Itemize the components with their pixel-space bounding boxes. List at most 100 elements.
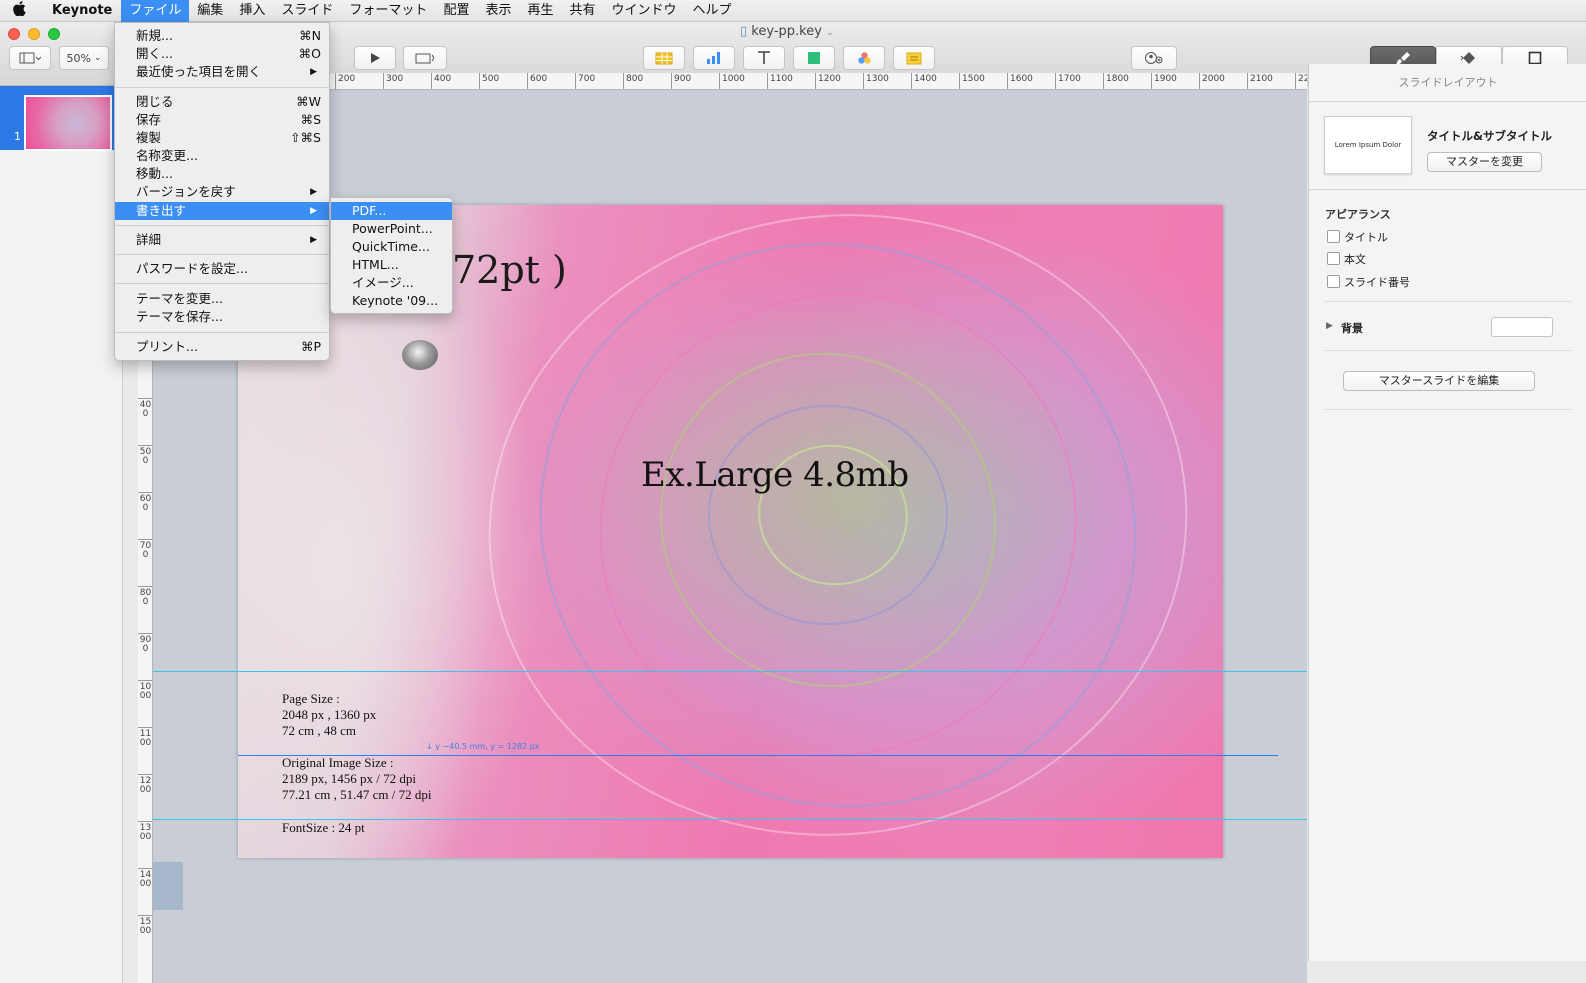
ruler-tick-label: 1400: [911, 73, 937, 89]
chevron-down-icon: ⌄: [93, 53, 102, 63]
menu-item-revert[interactable]: バージョンを戻す ▶: [115, 183, 329, 201]
play-button[interactable]: [354, 46, 396, 70]
caption-page-size[interactable]: Page Size :: [282, 691, 340, 707]
change-master-button[interactable]: マスターを変更: [1427, 152, 1542, 172]
menu-item-save[interactable]: 保存 ⌘S: [115, 111, 329, 129]
animate-icon: [1460, 52, 1475, 64]
zoom-window-icon[interactable]: [48, 28, 60, 40]
ruler-tick-label: 2000: [1199, 73, 1225, 89]
menu-item-set-password[interactable]: パスワードを設定...: [115, 260, 329, 278]
slide-number-checkbox[interactable]: [1327, 275, 1340, 288]
ruler-tick-label: 1200: [138, 774, 152, 795]
ruler-tick-label: 800: [623, 73, 643, 89]
zoom-select[interactable]: 50% ⌄: [59, 46, 109, 70]
menu-separator: [115, 87, 329, 88]
export-html[interactable]: HTML...: [331, 256, 452, 274]
caption-original-cm[interactable]: 77.21 cm , 51.47 cm / 72 dpi: [282, 787, 432, 803]
menu-item-new[interactable]: 新規... ⌘N: [115, 27, 329, 45]
ruler-tick-label: 1300: [138, 821, 152, 842]
format-inspector: スライドレイアウト Lorem Ipsum Dolor タイトル&サブタイトル …: [1308, 64, 1586, 961]
menu-item-open[interactable]: 開く... ⌘O: [115, 45, 329, 63]
menu-slide[interactable]: スライド: [273, 0, 341, 22]
master-thumbnail[interactable]: Lorem Ipsum Dolor: [1324, 116, 1412, 174]
menu-item-move[interactable]: 移動...: [115, 165, 329, 183]
file-menu: 新規... ⌘N 開く... ⌘O 最近使った項目を開く ▶ 閉じる ⌘W 保存 ⌘S 複…: [114, 22, 330, 361]
menu-share[interactable]: 共有: [561, 0, 603, 22]
export-quicktime[interactable]: QuickTime...: [331, 238, 452, 256]
collaborate-button[interactable]: [1131, 46, 1177, 70]
collaborate-icon: [1145, 52, 1163, 64]
slide-thumbnail[interactable]: [24, 95, 112, 151]
menu-arrange[interactable]: 配置: [435, 0, 477, 22]
view-button[interactable]: [9, 46, 51, 70]
title-checkbox[interactable]: [1327, 230, 1340, 243]
disclosure-triangle-icon[interactable]: ▶: [1326, 321, 1333, 331]
shape-icon: [808, 52, 820, 64]
menu-edit[interactable]: 編集: [189, 0, 231, 22]
submenu-arrow-icon: ▶: [310, 187, 317, 197]
caption-original-size[interactable]: Original Image Size :: [282, 755, 394, 771]
menu-item-export[interactable]: 書き出す ▶: [115, 202, 329, 220]
slide-main-text[interactable]: Ex.Large 4.8mb: [641, 455, 909, 495]
menu-item-change-theme[interactable]: テーマを変更...: [115, 290, 329, 308]
export-pdf[interactable]: PDF...: [331, 202, 452, 220]
export-powerpoint[interactable]: PowerPoint...: [331, 220, 452, 238]
menu-item-rename[interactable]: 名称変更...: [115, 147, 329, 165]
document-title: ▯ key-pp.key ⌄: [740, 24, 834, 39]
slide-title-text[interactable]: 72pt ): [452, 248, 567, 292]
minimize-window-icon[interactable]: [28, 28, 40, 40]
ruler-tick-label: 22: [1295, 73, 1307, 89]
menu-bar: Keynote ファイル 編集 挿入 スライド フォーマット 配置 表示 再生 …: [0, 0, 1586, 22]
menu-insert[interactable]: 挿入: [231, 0, 273, 22]
text-button[interactable]: [743, 46, 785, 70]
ruler-tick-label: 500: [138, 445, 152, 466]
ruler-tick-label: 400: [431, 73, 451, 89]
play-icon: [371, 53, 380, 63]
keynote-live-button[interactable]: [403, 46, 447, 70]
zoom-value: 50%: [66, 51, 91, 65]
menu-window[interactable]: ウインドウ: [604, 0, 685, 22]
menu-file[interactable]: ファイル: [121, 0, 190, 22]
menu-item-close[interactable]: 閉じる ⌘W: [115, 93, 329, 111]
edit-master-slide-button[interactable]: マスタースライドを編集: [1343, 371, 1535, 391]
caption-font-size[interactable]: FontSize : 24 pt: [282, 820, 365, 836]
caption-original-px[interactable]: 2189 px, 1456 px / 72 dpi: [282, 771, 416, 787]
background-color-well[interactable]: [1491, 317, 1553, 337]
shape-button[interactable]: [793, 46, 835, 70]
ruler-tick-label: 700: [575, 73, 595, 89]
body-checkbox[interactable]: [1327, 252, 1340, 265]
ruler-tick-label: 1200: [815, 73, 841, 89]
app-menu[interactable]: Keynote: [38, 0, 121, 22]
chevron-down-icon[interactable]: ⌄: [826, 28, 834, 38]
menu-item-duplicate[interactable]: 複製 ⇧⌘S: [115, 129, 329, 147]
menu-view[interactable]: 表示: [477, 0, 519, 22]
ruler-tick-label: 1000: [719, 73, 745, 89]
export-keynote09[interactable]: Keynote '09...: [331, 292, 452, 310]
ruler-tick-label: 800: [138, 586, 152, 607]
slide-number: 1: [14, 130, 21, 143]
menu-item-advanced[interactable]: 詳細 ▶: [115, 231, 329, 249]
chart-button[interactable]: [693, 46, 735, 70]
comment-button[interactable]: [893, 46, 935, 70]
close-window-icon[interactable]: [8, 28, 20, 40]
apple-menu-icon[interactable]: [0, 0, 38, 22]
ruler-tick-label: 1100: [138, 727, 152, 748]
menu-item-print[interactable]: プリント... ⌘P: [115, 338, 329, 356]
menu-item-open-recent[interactable]: 最近使った項目を開く ▶: [115, 63, 329, 81]
menu-play[interactable]: 再生: [519, 0, 561, 22]
body-checkbox-label: 本文: [1344, 253, 1366, 266]
ruler-tick-label: 1500: [959, 73, 985, 89]
menu-help[interactable]: ヘルプ: [685, 0, 740, 22]
table-button[interactable]: [643, 46, 685, 70]
caption-page-px[interactable]: 2048 px , 1360 px: [282, 707, 376, 723]
ruler-tick-label: 900: [671, 73, 691, 89]
menu-item-save-theme[interactable]: テーマを保存...: [115, 308, 329, 326]
media-button[interactable]: [843, 46, 885, 70]
menu-format[interactable]: フォーマット: [341, 0, 435, 22]
media-icon: [857, 51, 871, 64]
slide-number-checkbox-label: スライド番号: [1344, 276, 1410, 289]
export-image[interactable]: イメージ...: [331, 274, 452, 292]
alignment-guide: [153, 671, 1307, 672]
caption-page-cm[interactable]: 72 cm , 48 cm: [282, 723, 356, 739]
menu-separator: [115, 254, 329, 255]
